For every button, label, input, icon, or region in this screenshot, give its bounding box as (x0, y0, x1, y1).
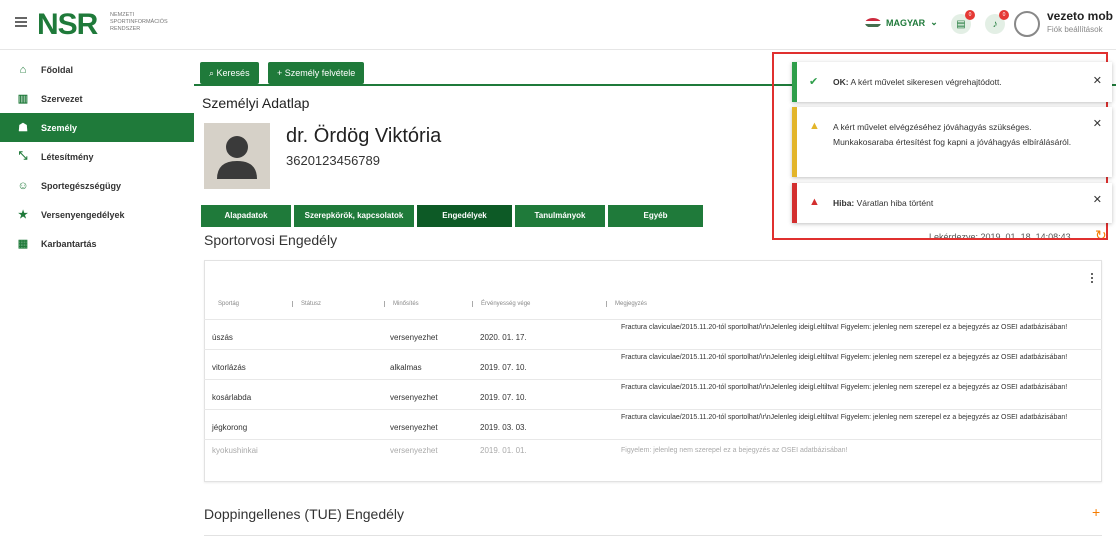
sidebar-item-organization[interactable]: ▥ Szervezet (0, 84, 194, 113)
column-header-rating[interactable]: Minősítés (384, 301, 419, 307)
section-title-medical: Sportorvosi Engedély (204, 232, 338, 248)
account-settings-link[interactable]: Fiók beállítások (1047, 25, 1103, 34)
search-button[interactable]: ⌕ Keresés (200, 62, 259, 84)
tab-licenses[interactable]: Engedélyek (417, 205, 512, 227)
page-title: Személyi Adatlap (202, 95, 310, 111)
chevron-down-icon: ⌄ (930, 17, 938, 27)
star-icon: ★ (18, 209, 28, 221)
messages-button[interactable]: ▤ 0 (951, 10, 975, 34)
column-header-sport[interactable]: Sportág (218, 301, 239, 307)
column-header-note[interactable]: Megjegyzés (606, 301, 647, 307)
hamburger-menu-icon[interactable] (15, 17, 27, 27)
plus-icon: + (277, 68, 285, 78)
table-row[interactable]: jégkorong versenyezhet 2019. 03. 03. Fra… (204, 409, 1102, 439)
warning-icon: ▲ (809, 120, 820, 132)
tab-roles[interactable]: Szerepkörök, kapcsolatok (294, 205, 414, 227)
close-icon[interactable]: ✕ (1093, 193, 1102, 206)
success-message: A kért művelet sikeresen végrehajtódott. (850, 77, 1002, 87)
error-label: Hiba: (833, 198, 855, 208)
warning-message: A kért művelet elvégzéséhez jóváhagyás s… (833, 122, 1072, 147)
sidebar: ⌂ Főoldal ▥ Szervezet ☗ Személy ⤡ Létesítmén… (0, 55, 194, 258)
tab-studies[interactable]: Tanulmányok (515, 205, 605, 227)
check-circle-icon: ✔ (809, 76, 819, 88)
person-silhouette-icon (217, 136, 257, 179)
arrows-icon: ⤡ (18, 150, 28, 162)
sidebar-item-label: Versenyengedélyek (41, 209, 125, 220)
inbox-icon: ▤ (956, 18, 966, 30)
close-icon[interactable]: ✕ (1093, 74, 1102, 87)
language-label: MAGYAR (886, 17, 926, 28)
sidebar-item-label: Sportegészségügy (41, 180, 122, 191)
messages-badge: 0 (965, 10, 975, 20)
user-name[interactable]: vezeto mob (1047, 9, 1113, 23)
home-icon: ⌂ (19, 63, 27, 76)
building-icon: ▥ (17, 93, 29, 105)
warning-toast: ▲ A kért művelet elvégzéséhez jóváhagyás… (792, 107, 1112, 177)
person-name: dr. Ördög Viktória (286, 125, 442, 147)
sidebar-item-person[interactable]: ☗ Személy (0, 113, 194, 142)
notifications-badge: 0 (999, 10, 1009, 20)
sidebar-item-maintenance[interactable]: ▦ Karbantartás (0, 229, 194, 258)
column-header-valid-until[interactable]: Érvényesség vége (472, 301, 530, 307)
sidebar-item-label: Személy (41, 122, 78, 133)
table-row[interactable]: kosárlabda versenyezhet 2019. 07. 10. Fr… (204, 379, 1102, 409)
tab-basic-data[interactable]: Alapadatok (201, 205, 291, 227)
profile-photo[interactable] (204, 123, 270, 189)
add-person-button[interactable]: + Személy felvétele (268, 62, 365, 84)
table-row[interactable]: vitorlázás alkalmas 2019. 07. 10. Fractu… (204, 349, 1102, 379)
column-header-status[interactable]: Státusz (292, 301, 321, 307)
people-icon: ☗ (18, 122, 28, 134)
sidebar-item-home[interactable]: ⌂ Főoldal (0, 55, 194, 84)
error-message: Váratlan hiba történt (856, 198, 934, 208)
close-icon[interactable]: ✕ (1093, 117, 1102, 130)
sidebar-item-label: Karbantartás (41, 238, 97, 249)
success-label: OK: (833, 77, 849, 87)
error-toast: ▲ Hiba: Váratlan hiba történt ✕ (792, 183, 1112, 223)
hungarian-flag-icon (865, 17, 881, 28)
sidebar-item-label: Főoldal (41, 64, 73, 75)
sidebar-item-label: Létesítmény (41, 151, 94, 162)
table-row[interactable]: kyokushinkai versenyezhet 2019. 01. 01. … (204, 439, 1102, 463)
top-bar: NSR Nemzeti Sportinformációs Rendszer MA… (0, 0, 1116, 50)
error-icon: ▲ (809, 196, 820, 208)
section-title-doping: Doppingellenes (TUE) Engedély (204, 506, 404, 522)
more-options-icon[interactable] (1091, 273, 1095, 285)
logo-subtitle: Nemzeti Sportinformációs Rendszer (110, 12, 168, 32)
doping-table (204, 535, 1102, 545)
face-icon: ☺ (17, 179, 29, 192)
sidebar-item-facility[interactable]: ⤡ Létesítmény (0, 142, 194, 171)
add-icon[interactable]: + (1092, 504, 1100, 520)
search-icon: ⌕ (209, 68, 217, 78)
logo[interactable]: NSR (37, 9, 98, 41)
tab-other[interactable]: Egyéb (608, 205, 703, 227)
success-toast: ✔ OK: A kért művelet sikeresen végrehajt… (792, 62, 1112, 102)
sidebar-item-label: Szervezet (41, 93, 83, 104)
book-icon: ▦ (17, 238, 29, 250)
sidebar-item-competition-licenses[interactable]: ★ Versenyengedélyek (0, 200, 194, 229)
user-avatar[interactable] (1014, 11, 1040, 37)
notifications-button[interactable]: ♪ 0 (985, 10, 1009, 34)
bell-icon: ♪ (992, 18, 998, 30)
sidebar-item-sports-health[interactable]: ☺ Sportegészségügy (0, 171, 194, 200)
table-row[interactable]: úszás versenyezhet 2020. 01. 17. Fractur… (204, 319, 1102, 349)
language-selector[interactable]: MAGYAR ⌄ (865, 17, 938, 28)
person-id: 3620123456789 (286, 153, 380, 168)
